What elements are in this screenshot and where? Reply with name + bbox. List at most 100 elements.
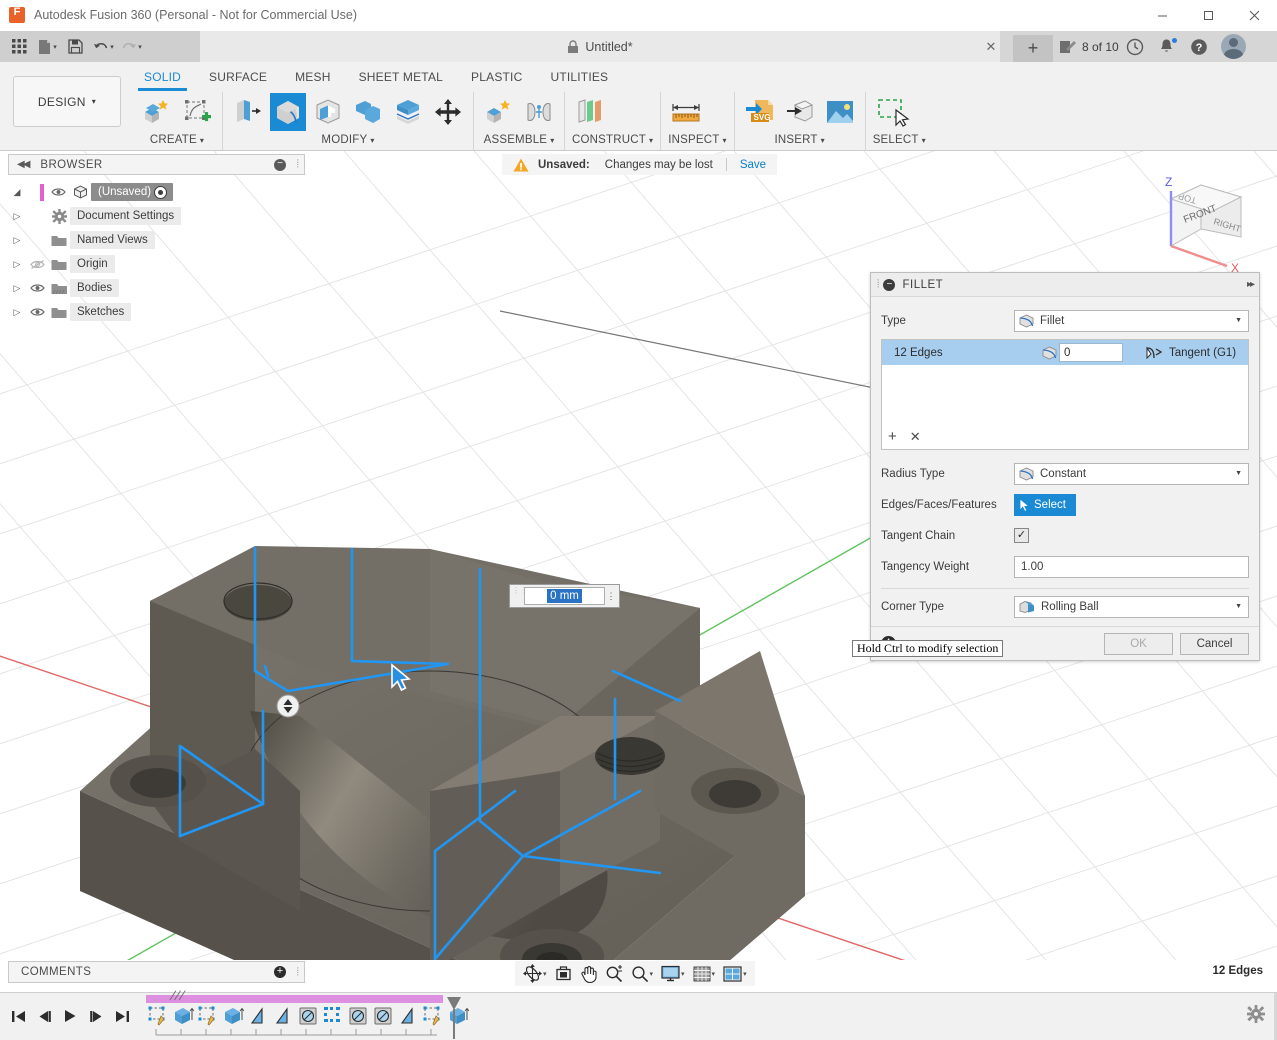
- minimize-button[interactable]: [1139, 0, 1185, 31]
- timeline-settings-gear-icon[interactable]: [1247, 1005, 1265, 1026]
- jump-to-start-button[interactable]: [8, 1002, 28, 1030]
- timeline-item-pattern-1[interactable]: [321, 1004, 345, 1028]
- new-document-icon[interactable]: ▾: [35, 35, 60, 58]
- undo-icon[interactable]: ▾: [91, 35, 116, 58]
- document-tab[interactable]: Untitled*: [200, 31, 1000, 62]
- view-cube[interactable]: FRONT RIGHT TOP Z X: [1149, 171, 1259, 276]
- expand-arrow-icon[interactable]: ▷: [8, 283, 26, 294]
- combine-icon[interactable]: [350, 93, 386, 131]
- corner-type-dropdown[interactable]: Rolling Ball ▼: [1014, 596, 1249, 618]
- dimension-field[interactable]: 0 mm: [524, 587, 605, 605]
- recent-icon[interactable]: [1119, 31, 1151, 62]
- dimension-input[interactable]: ⋮⋮⋮ 0 mm ⋮: [509, 584, 620, 608]
- visibility-eye-icon[interactable]: [47, 187, 69, 197]
- dialog-title-bar[interactable]: ⦙ − FILLET ▸▸: [871, 273, 1259, 297]
- tree-item-bodies[interactable]: ▷ Bodies: [8, 276, 305, 300]
- panel-construct-label[interactable]: CONSTRUCT▾: [572, 132, 653, 148]
- timeline-item-sketch-1[interactable]: [146, 1004, 170, 1028]
- close-tab-button[interactable]: ✕: [977, 31, 1005, 62]
- panel-inspect-label[interactable]: INSPECT▾: [668, 132, 726, 148]
- shell-icon[interactable]: [310, 93, 346, 131]
- visibility-eye-icon[interactable]: [26, 307, 48, 317]
- play-button[interactable]: [60, 1002, 80, 1030]
- type-dropdown[interactable]: Fillet ▼: [1014, 310, 1249, 332]
- select-button[interactable]: Select: [1014, 494, 1076, 516]
- construct-offset-plane-icon[interactable]: [572, 93, 608, 131]
- decal-icon[interactable]: [822, 93, 858, 131]
- edge-list[interactable]: 12 Edges 0 Tangent (G1) + ✕: [881, 339, 1249, 450]
- edge-continuity[interactable]: Tangent (G1): [1145, 346, 1236, 360]
- visibility-eye-icon[interactable]: [26, 283, 48, 293]
- assemble-new-component-icon[interactable]: [481, 93, 517, 131]
- add-comment-icon[interactable]: +: [274, 966, 286, 978]
- timeline-item-sketch-2[interactable]: [196, 1004, 220, 1028]
- timeline-item-chamfer-2[interactable]: [271, 1004, 295, 1028]
- press-pull-icon[interactable]: [230, 93, 266, 131]
- display-settings-icon[interactable]: ▾: [657, 962, 689, 985]
- close-button[interactable]: [1231, 0, 1277, 31]
- tab-sheet-metal[interactable]: SHEET METAL: [345, 66, 457, 88]
- tab-utilities[interactable]: UTILITIES: [536, 66, 622, 88]
- zoom-fit-icon[interactable]: ▾: [627, 962, 658, 985]
- edge-list-row[interactable]: 12 Edges 0 Tangent (G1): [882, 340, 1248, 365]
- workspace-switcher[interactable]: DESIGN ▾: [13, 76, 121, 127]
- step-forward-button[interactable]: [86, 1002, 106, 1030]
- timeline-track[interactable]: ///: [146, 995, 456, 1039]
- panel-resize-grip[interactable]: ⦙: [297, 966, 299, 979]
- dialog-collapse-button[interactable]: −: [883, 279, 895, 291]
- tab-surface[interactable]: SURFACE: [195, 66, 281, 88]
- panel-create-label[interactable]: CREATE▾: [139, 132, 215, 148]
- radius-type-dropdown[interactable]: Constant ▼: [1014, 463, 1249, 485]
- more-options-icon[interactable]: ⋮: [605, 594, 617, 598]
- collapse-left-icon[interactable]: ◀◀: [17, 159, 28, 170]
- timeline-item-hole-1[interactable]: [296, 1004, 320, 1028]
- fillet-icon[interactable]: [270, 93, 306, 131]
- insert-mesh-icon[interactable]: [782, 93, 818, 131]
- create-new-component-icon[interactable]: [139, 93, 175, 131]
- timeline-progress-bar[interactable]: [146, 995, 443, 1003]
- insert-svg-icon[interactable]: SVG: [742, 93, 778, 131]
- timeline-item-extrude-2[interactable]: [221, 1004, 245, 1028]
- timeline-item-sketch-3[interactable]: [421, 1004, 445, 1028]
- save-icon[interactable]: [63, 35, 88, 58]
- panel-select-label[interactable]: SELECT▾: [873, 132, 926, 148]
- drag-grip-icon[interactable]: ⋮⋮⋮: [512, 588, 524, 604]
- orbit-icon[interactable]: ▾: [519, 962, 551, 985]
- remove-selection-button[interactable]: ✕: [910, 429, 921, 445]
- timeline-item-extrude-1[interactable]: [171, 1004, 195, 1028]
- tree-item-document-settings[interactable]: ▷ Document Settings: [8, 204, 305, 228]
- expand-arrow-icon[interactable]: ▷: [8, 211, 26, 222]
- tree-item-origin[interactable]: ▷ Origin: [8, 252, 305, 276]
- tangency-weight-input[interactable]: 1.00: [1014, 556, 1249, 578]
- viewports-icon[interactable]: ▾: [719, 962, 751, 985]
- move-copy-icon[interactable]: [430, 93, 466, 131]
- timeline-item-chamfer-3[interactable]: [396, 1004, 420, 1028]
- redo-icon[interactable]: ▾: [119, 35, 144, 58]
- pan-hand-icon[interactable]: [576, 962, 601, 985]
- timeline-item-hole-3[interactable]: [371, 1004, 395, 1028]
- new-tab-button[interactable]: +: [1013, 35, 1053, 62]
- expand-arrow-icon[interactable]: ▷: [8, 235, 26, 246]
- tab-solid[interactable]: SOLID: [130, 66, 195, 88]
- user-avatar[interactable]: [1221, 34, 1246, 59]
- panel-assemble-label[interactable]: ASSEMBLE▾: [481, 132, 557, 148]
- ok-button[interactable]: OK: [1104, 633, 1173, 655]
- timeline-item-chamfer-1[interactable]: [246, 1004, 270, 1028]
- panel-insert-label[interactable]: INSERT▾: [742, 132, 858, 148]
- offset-face-icon[interactable]: [390, 93, 426, 131]
- apps-grid-icon[interactable]: [7, 35, 32, 58]
- edge-radius-input[interactable]: 0: [1059, 343, 1123, 362]
- select-window-icon[interactable]: [873, 93, 917, 131]
- expand-arrow-icon[interactable]: ▷: [8, 259, 26, 270]
- tree-item-unsaved[interactable]: ◢ (Unsaved): [8, 180, 305, 204]
- tree-item-named-views[interactable]: ▷ Named Views: [8, 228, 305, 252]
- timeline-end-marker[interactable]: [444, 997, 464, 1040]
- add-selection-button[interactable]: +: [888, 428, 897, 445]
- joint-icon[interactable]: [521, 93, 557, 131]
- save-link[interactable]: Save: [740, 159, 766, 171]
- job-status[interactable]: 8 of 10: [1053, 39, 1119, 55]
- timeline-item-hole-2[interactable]: [346, 1004, 370, 1028]
- dialog-drag-grip[interactable]: ⦙: [877, 278, 879, 291]
- cancel-button[interactable]: Cancel: [1180, 633, 1249, 655]
- activate-component-radio[interactable]: [154, 186, 167, 199]
